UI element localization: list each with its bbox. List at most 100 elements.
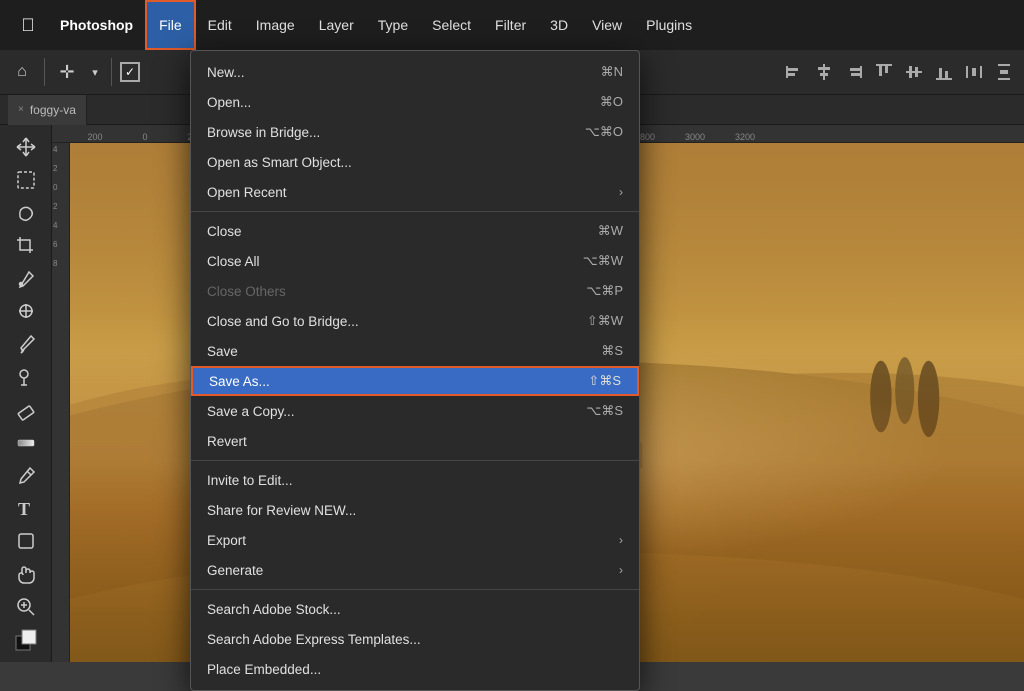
menu-item-save[interactable]: Save ⌘S <box>191 336 639 366</box>
generate-arrow-icon: › <box>619 563 623 577</box>
menu-item-open-shortcut: ⌘O <box>600 94 623 110</box>
menu-item-new-shortcut: ⌘N <box>601 64 623 80</box>
menubar-item-photoshop[interactable]: Photoshop <box>48 0 145 50</box>
align-center-icon[interactable] <box>812 60 836 84</box>
menu-item-invite-label: Invite to Edit... <box>207 473 293 488</box>
menubar-item-layer[interactable]: Layer <box>307 0 366 50</box>
auto-select-checkbox[interactable]: ✓ <box>120 62 140 82</box>
menu-item-close-others-label: Close Others <box>207 284 286 299</box>
menu-item-generate[interactable]: Generate › <box>191 555 639 585</box>
left-sidebar: T <box>0 125 52 662</box>
menu-item-save-copy[interactable]: Save a Copy... ⌥⌘S <box>191 396 639 426</box>
menubar:  Photoshop File Edit Image Layer Type S… <box>0 0 1024 50</box>
menubar-item-edit[interactable]: Edit <box>196 0 244 50</box>
distribute-v-icon[interactable] <box>992 60 1016 84</box>
menubar-item-image[interactable]: Image <box>244 0 307 50</box>
align-left-icon[interactable] <box>782 60 806 84</box>
menu-item-close-shortcut: ⌘W <box>598 223 623 239</box>
menu-item-close-bridge-label: Close and Go to Bridge... <box>207 314 359 329</box>
toolbar-separator-1 <box>44 58 45 86</box>
ruler-tick: 0 <box>120 132 170 142</box>
ruler-tick: 3000 <box>670 132 720 142</box>
menu-item-adobe-express-label: Search Adobe Express Templates... <box>207 632 421 647</box>
menu-item-save-as-label: Save As... <box>209 374 270 389</box>
menu-item-close-bridge-shortcut: ⇧⌘W <box>587 313 623 329</box>
menu-item-save-as[interactable]: Save As... ⇧⌘S <box>191 366 639 396</box>
menu-item-open-label: Open... <box>207 95 251 110</box>
menu-item-invite[interactable]: Invite to Edit... <box>191 465 639 495</box>
tab-close-icon[interactable]: × <box>18 104 24 115</box>
menu-item-save-shortcut: ⌘S <box>601 343 623 359</box>
tab-foggy[interactable]: × foggy-va <box>8 95 87 125</box>
menu-item-export[interactable]: Export › <box>191 525 639 555</box>
zoom-tool[interactable] <box>8 592 44 621</box>
shape-tool[interactable] <box>8 527 44 556</box>
distribute-h-icon[interactable] <box>962 60 986 84</box>
align-middle-icon[interactable] <box>902 60 926 84</box>
menubar-item-file[interactable]: File <box>145 0 196 50</box>
clone-stamp-tool[interactable] <box>8 363 44 392</box>
menu-item-close-all[interactable]: Close All ⌥⌘W <box>191 246 639 276</box>
menubar-item-type[interactable]: Type <box>366 0 420 50</box>
rectangular-marquee-tool[interactable] <box>8 166 44 195</box>
menubar-item-3d[interactable]: 3D <box>538 0 580 50</box>
toolbar-separator-2 <box>111 58 112 86</box>
menu-item-close-label: Close <box>207 224 242 239</box>
eyedropper-tool[interactable] <box>8 264 44 293</box>
menu-item-export-label: Export <box>207 533 246 548</box>
menu-item-share-review-label: Share for Review NEW... <box>207 503 356 518</box>
lasso-tool[interactable] <box>8 199 44 228</box>
menubar-item-filter[interactable]: Filter <box>483 0 538 50</box>
menu-item-generate-label: Generate <box>207 563 263 578</box>
export-arrow-icon: › <box>619 533 623 547</box>
eraser-tool[interactable] <box>8 396 44 425</box>
menu-item-adobe-stock-label: Search Adobe Stock... <box>207 602 341 617</box>
menu-item-open-smart[interactable]: Open as Smart Object... <box>191 147 639 177</box>
brush-tool[interactable] <box>8 330 44 359</box>
menu-item-place-embedded-label: Place Embedded... <box>207 662 321 677</box>
apple-menu[interactable]:  <box>8 0 48 50</box>
foreground-color[interactable] <box>8 625 44 654</box>
menu-item-new[interactable]: New... ⌘N <box>191 57 639 87</box>
menu-item-open[interactable]: Open... ⌘O <box>191 87 639 117</box>
menu-item-browse-bridge-shortcut: ⌥⌘O <box>585 124 623 140</box>
align-bottom-icon[interactable] <box>932 60 956 84</box>
gradient-tool[interactable] <box>8 428 44 457</box>
menu-item-adobe-stock[interactable]: Search Adobe Stock... <box>191 594 639 624</box>
pen-tool[interactable] <box>8 461 44 490</box>
move-tool[interactable] <box>8 133 44 162</box>
menu-item-close-all-shortcut: ⌥⌘W <box>583 253 623 269</box>
menu-item-save-as-shortcut: ⇧⌘S <box>588 373 621 389</box>
crop-tool[interactable] <box>8 231 44 260</box>
menu-item-revert-label: Revert <box>207 434 247 449</box>
menu-item-new-label: New... <box>207 65 245 80</box>
menu-item-open-smart-label: Open as Smart Object... <box>207 155 352 170</box>
ruler-tick: 3200 <box>720 132 770 142</box>
menu-item-save-label: Save <box>207 344 238 359</box>
menu-item-open-recent[interactable]: Open Recent › <box>191 177 639 207</box>
align-right-icon[interactable] <box>842 60 866 84</box>
align-top-icon[interactable] <box>872 60 896 84</box>
menubar-item-view[interactable]: View <box>580 0 634 50</box>
menu-item-share-review[interactable]: Share for Review NEW... <box>191 495 639 525</box>
menu-item-close[interactable]: Close ⌘W <box>191 216 639 246</box>
menu-item-browse-bridge[interactable]: Browse in Bridge... ⌥⌘O <box>191 117 639 147</box>
menu-item-close-others: Close Others ⌥⌘P <box>191 276 639 306</box>
hand-tool[interactable] <box>8 560 44 589</box>
dropdown-arrow-icon[interactable]: ▾ <box>87 58 103 86</box>
move-tool-icon[interactable]: ✛ <box>53 58 81 86</box>
separator-2 <box>191 460 639 461</box>
home-icon[interactable]: ⌂ <box>8 58 36 86</box>
menubar-item-plugins[interactable]: Plugins <box>634 0 704 50</box>
separator-3 <box>191 589 639 590</box>
menu-item-place-embedded[interactable]: Place Embedded... <box>191 654 639 684</box>
type-tool[interactable]: T <box>8 494 44 523</box>
menu-item-adobe-express[interactable]: Search Adobe Express Templates... <box>191 624 639 654</box>
menu-item-open-recent-label: Open Recent <box>207 185 287 200</box>
menu-item-revert[interactable]: Revert <box>191 426 639 456</box>
align-tools <box>782 60 1016 84</box>
menubar-item-select[interactable]: Select <box>420 0 483 50</box>
healing-tool[interactable] <box>8 297 44 326</box>
menu-item-close-bridge[interactable]: Close and Go to Bridge... ⇧⌘W <box>191 306 639 336</box>
menu-item-close-all-label: Close All <box>207 254 260 269</box>
